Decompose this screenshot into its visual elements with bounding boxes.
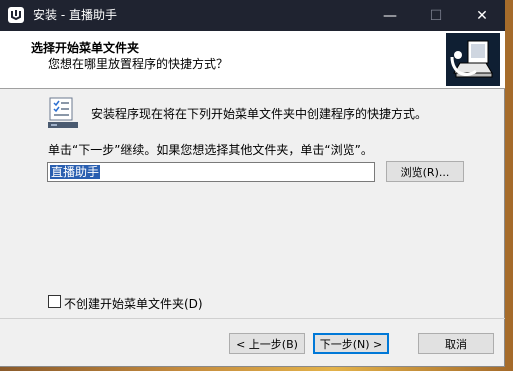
back-button[interactable]: < 上一步(B) — [229, 333, 305, 354]
start-menu-folder-icon — [48, 97, 78, 128]
installer-window: 安装 - 直播助手 — ☐ ✕ 选择开始菜单文件夹 您想在哪里放置程序的快捷方式… — [0, 0, 505, 367]
no-start-menu-label[interactable]: 不创建开始菜单文件夹(D) — [64, 295, 203, 312]
start-menu-folder-input[interactable]: 直播助手 — [47, 162, 375, 182]
page-title: 选择开始菜单文件夹 — [31, 41, 140, 55]
continue-text: 单击“下一步”继续。如果您想选择其他文件夹，单击“浏览”。 — [48, 143, 373, 157]
window-title: 安装 - 直播助手 — [33, 8, 117, 22]
folder-name-value: 直播助手 — [50, 165, 101, 179]
wizard-header: 选择开始菜单文件夹 您想在哪里放置程序的快捷方式？ — [0, 31, 505, 89]
page-subtitle: 您想在哪里放置程序的快捷方式？ — [48, 57, 229, 71]
minimize-button[interactable]: — — [367, 0, 413, 31]
instruction-text: 安装程序现在将在下列开始菜单文件夹中创建程序的快捷方式。 — [91, 107, 428, 121]
cancel-button[interactable]: 取消 — [418, 333, 494, 354]
footer-divider — [0, 318, 505, 319]
browse-button[interactable]: 浏览(R)... — [386, 161, 464, 182]
installer-computer-icon — [446, 33, 500, 86]
no-start-menu-checkbox[interactable] — [48, 295, 61, 308]
title-bar[interactable]: 安装 - 直播助手 — ☐ ✕ — [0, 0, 505, 31]
next-button[interactable]: 下一步(N) > — [313, 333, 389, 354]
maximize-button[interactable]: ☐ — [413, 0, 459, 31]
close-button[interactable]: ✕ — [459, 0, 505, 31]
app-icon — [8, 7, 24, 23]
